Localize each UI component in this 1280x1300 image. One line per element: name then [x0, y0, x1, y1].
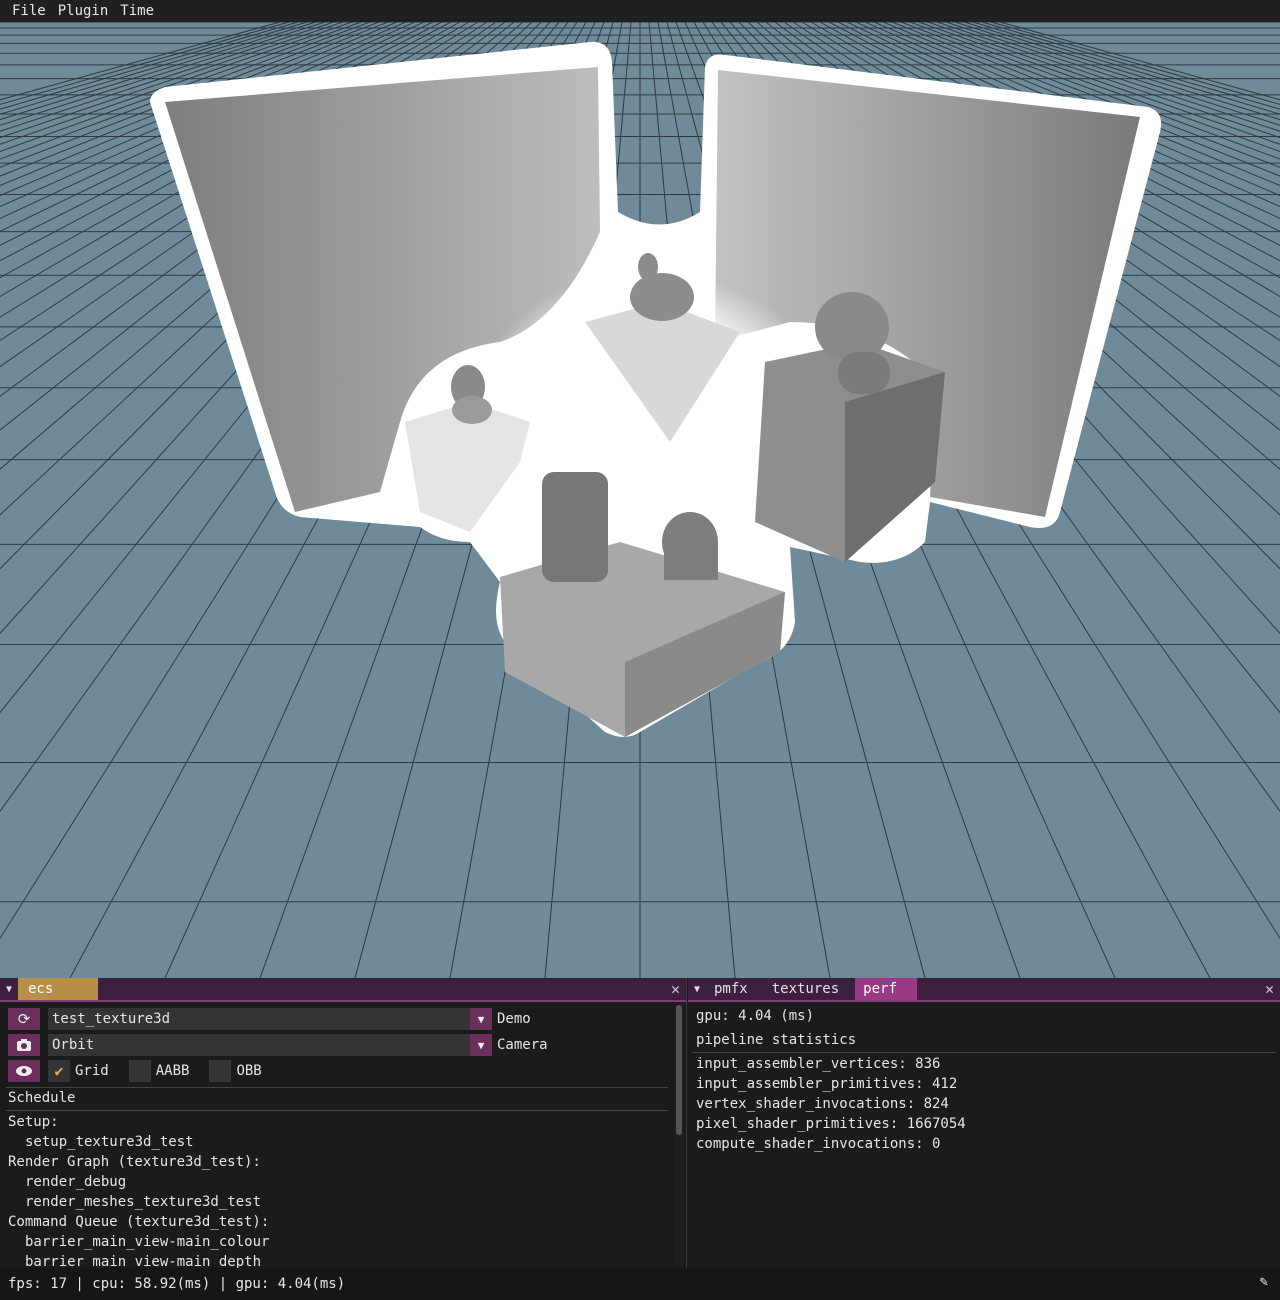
stat-line: compute_shader_invocations: 0 [696, 1136, 941, 1152]
menu-time[interactable]: Time [117, 0, 163, 22]
pen-icon[interactable]: ✎ [1260, 1274, 1268, 1290]
ecs-panel-header: ▼ ecs ✕ [0, 978, 686, 1002]
schedule-line: render_debug [25, 1174, 127, 1190]
perf-panel-header: ▼ pmfx textures perf ✕ [688, 978, 1280, 1002]
demo-combo[interactable]: test_texture3d ▼ [48, 1008, 492, 1030]
schedule-line: Setup: [8, 1114, 59, 1130]
3d-viewport[interactable] [0, 22, 1280, 978]
refresh-icon[interactable]: ⟳ [8, 1008, 40, 1030]
stat-line: input_assembler_vertices: 836 [696, 1056, 941, 1072]
camera-combo[interactable]: Orbit ▼ [48, 1034, 492, 1056]
camera-combo-value: Orbit [52, 1037, 95, 1053]
demo-row: ⟳ test_texture3d ▼ Demo [8, 1008, 531, 1030]
schedule-line: render_meshes_texture3d_test [25, 1194, 262, 1210]
menu-file[interactable]: File [0, 0, 55, 22]
chevron-down-icon[interactable]: ▼ [470, 1034, 492, 1056]
tab-textures[interactable]: textures [764, 978, 847, 1000]
tab-pmfx[interactable]: pmfx [706, 978, 756, 1000]
schedule-line: setup_texture3d_test [25, 1134, 194, 1150]
scrollbar-thumb[interactable] [676, 1005, 682, 1135]
grid-label: Grid [75, 1063, 109, 1079]
gpu-time: gpu: 4.04 (ms) [696, 1008, 815, 1024]
schedule-line: Command Queue (texture3d_test): [8, 1214, 270, 1230]
camera-icon[interactable] [8, 1034, 40, 1056]
stat-line: pixel_shader_primitives: 1667054 [696, 1116, 966, 1132]
grid-checkbox[interactable]: ✔ [48, 1060, 70, 1082]
aabb-checkbox[interactable] [128, 1060, 151, 1082]
demo-label: Demo [497, 1011, 531, 1027]
status-text: fps: 17 | cpu: 58.92(ms) | gpu: 4.04(ms) [8, 1276, 346, 1292]
pipeline-stats-header[interactable]: pipeline statistics [696, 1030, 856, 1050]
schedule-line: Render Graph (texture3d_test): [8, 1154, 261, 1170]
tab-perf[interactable]: perf [855, 978, 918, 1000]
divider [692, 1052, 1276, 1053]
obb-checkbox[interactable] [209, 1060, 232, 1082]
menu-plugin[interactable]: Plugin [55, 0, 118, 22]
close-icon[interactable]: ✕ [671, 978, 680, 1000]
collapse-arrow-icon[interactable]: ▼ [688, 978, 706, 1000]
divider [6, 1087, 668, 1088]
stat-line: input_assembler_primitives: 412 [696, 1076, 958, 1092]
stat-line: vertex_shader_invocations: 824 [696, 1096, 949, 1112]
ecs-scrollbar[interactable] [674, 1003, 684, 1265]
chevron-down-icon[interactable]: ▼ [470, 1008, 492, 1030]
divider [6, 1110, 668, 1111]
perf-panel: ▼ pmfx textures perf ✕ gpu: 4.04 (ms) pi… [688, 978, 1280, 1268]
schedule-line: barrier_main_view-main_colour [25, 1234, 270, 1250]
camera-label: Camera [497, 1037, 548, 1053]
collapse-arrow-icon[interactable]: ▼ [0, 978, 18, 1000]
demo-combo-value: test_texture3d [52, 1011, 171, 1027]
view-toggles-row: ✔ Grid AABB OBB [8, 1060, 262, 1082]
close-icon[interactable]: ✕ [1265, 978, 1274, 1000]
menubar: File Plugin Time [0, 0, 1280, 23]
scene-render [0, 22, 1280, 978]
statusbar: fps: 17 | cpu: 58.92(ms) | gpu: 4.04(ms)… [0, 1268, 1280, 1300]
obb-label: OBB [236, 1063, 262, 1079]
schedule-header[interactable]: Schedule [8, 1088, 75, 1108]
eye-icon[interactable] [8, 1060, 40, 1082]
aabb-label: AABB [155, 1063, 190, 1079]
tab-ecs[interactable]: ecs [18, 978, 98, 1000]
camera-row: Orbit ▼ Camera [8, 1034, 548, 1056]
schedule-line: barrier_main_view-main_depth [25, 1254, 262, 1268]
